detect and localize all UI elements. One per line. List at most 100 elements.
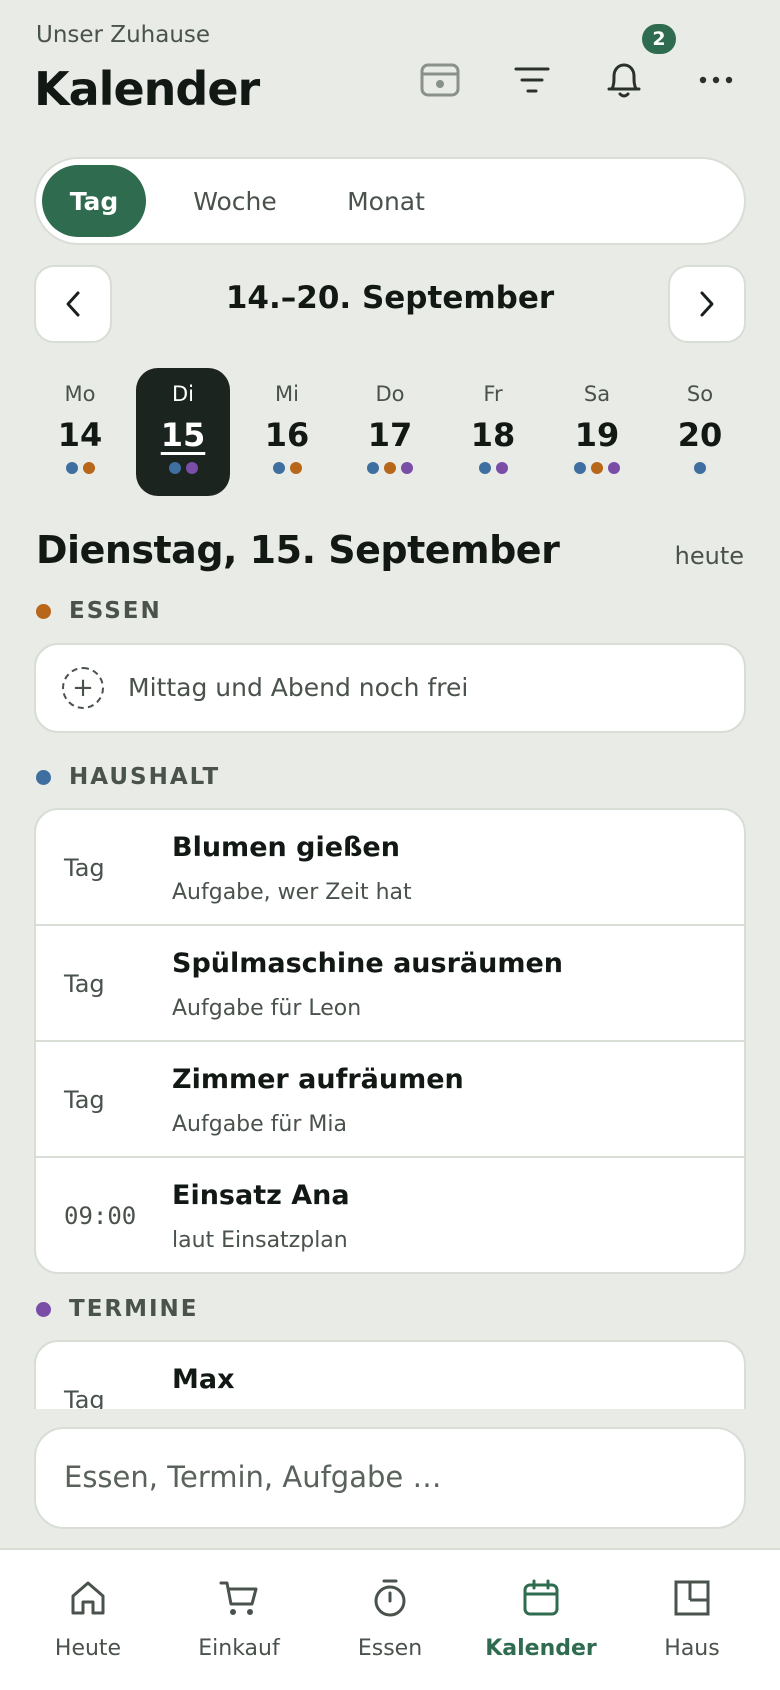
today-link[interactable]: heute <box>675 542 744 570</box>
list-item[interactable]: Tag Spülmaschine ausräumen Aufgabe für L… <box>36 926 744 1042</box>
calendar-icon <box>523 1579 559 1616</box>
day-cell-selected[interactable]: Di 15 <box>136 368 230 496</box>
tab-month[interactable]: Monat <box>316 165 456 237</box>
haushalt-list: Tag Blumen gießen Aufgabe, wer Zeit hat … <box>34 808 746 1274</box>
list-item[interactable]: 09:00 Einsatz Ana laut Einsatzplan <box>36 1158 744 1272</box>
item-title: Blumen gießen <box>172 832 400 863</box>
floorplan-icon <box>674 1580 710 1616</box>
item-time: Tag <box>64 1086 105 1114</box>
item-subtitle: Aufgabe für Mia <box>172 1112 347 1137</box>
day-cell[interactable]: Sa 19 <box>550 368 644 496</box>
notifications-button[interactable] <box>596 52 652 108</box>
section-termine: TERMINE <box>36 1296 199 1322</box>
item-time: Tag <box>64 854 105 882</box>
event-dot <box>367 462 379 474</box>
event-dot <box>82 462 95 474</box>
event-dot <box>478 462 491 474</box>
day-name: Mi <box>275 382 299 406</box>
more-button[interactable] <box>688 52 744 108</box>
chevron-right-icon <box>700 291 714 317</box>
day-name: So <box>686 382 714 406</box>
nav-heute[interactable]: Heute <box>12 1574 164 1661</box>
day-dots <box>446 462 540 474</box>
event-dot <box>65 462 78 474</box>
filter-button[interactable] <box>504 52 560 108</box>
termine-dot <box>36 1301 51 1317</box>
section-label: HAUSHALT <box>69 764 221 790</box>
view-switch: Tag Woche Monat <box>34 157 746 245</box>
tab-day[interactable]: Tag <box>42 165 146 237</box>
day-dots <box>240 462 334 474</box>
nav-label: Einkauf <box>198 1636 280 1661</box>
day-date: 17 <box>367 416 413 454</box>
filter-icon <box>514 67 550 93</box>
day-dots <box>343 462 437 474</box>
nav-label: Heute <box>54 1636 122 1661</box>
day-cell[interactable]: Mi 16 <box>240 368 334 496</box>
event-dot <box>384 462 396 474</box>
section-label: TERMINE <box>69 1296 199 1322</box>
item-time: Tag <box>64 970 105 998</box>
essen-dot <box>36 603 51 619</box>
day-date: 20 <box>677 416 723 454</box>
event-dot <box>608 462 620 474</box>
section-haushalt: HAUSHALT <box>36 764 220 790</box>
haushalt-dot <box>36 769 51 785</box>
item-time: 09:00 <box>64 1202 137 1230</box>
item-title: Einsatz Ana <box>172 1180 350 1211</box>
event-dot <box>272 462 285 474</box>
notification-badge: 2 <box>642 24 676 54</box>
chevron-left-icon <box>66 291 80 317</box>
event-dot <box>591 462 603 474</box>
item-title: Spülmaschine ausräumen <box>172 948 564 979</box>
section-essen: ESSEN <box>36 598 162 624</box>
nav-einkauf[interactable]: Einkauf <box>163 1574 315 1661</box>
day-date: 18 <box>470 416 516 454</box>
nav-haus[interactable]: Haus <box>616 1574 768 1661</box>
item-subtitle: Aufgabe für Leon <box>172 996 362 1021</box>
household-name: Unser Zuhause <box>36 22 211 48</box>
list-item[interactable]: Tag Zimmer aufräumen Aufgabe für Mia <box>36 1042 744 1158</box>
day-cell[interactable]: Fr 18 <box>446 368 540 496</box>
tab-week[interactable]: Woche <box>170 165 300 237</box>
meal-empty-card[interactable]: + Mittag und Abend noch frei <box>34 643 746 733</box>
cart-icon <box>219 1581 258 1615</box>
bell-icon <box>607 63 641 98</box>
event-dot <box>495 462 508 474</box>
event-dot <box>401 462 413 474</box>
previous-week-button[interactable] <box>34 265 112 343</box>
day-cell[interactable]: So 20 <box>653 368 747 496</box>
day-date: 14 <box>57 416 103 454</box>
calendar-card-button[interactable] <box>412 52 468 108</box>
item-title: Max <box>172 1364 235 1395</box>
timer-icon <box>374 1579 406 1617</box>
nav-essen[interactable]: Essen <box>314 1574 466 1661</box>
selected-day-heading: Dienstag, 15. September <box>36 528 560 572</box>
section-label: ESSEN <box>69 598 162 624</box>
quick-add-field[interactable] <box>34 1427 746 1529</box>
meal-empty-text: Mittag und Abend noch frei <box>128 673 469 702</box>
quick-add-input[interactable] <box>62 1459 706 1495</box>
day-dots <box>653 462 747 474</box>
day-cell[interactable]: Mo 14 <box>33 368 127 496</box>
day-name: Mo <box>64 382 96 406</box>
day-date: 19 <box>574 416 620 454</box>
item-subtitle: laut Einsatzplan <box>172 1228 348 1253</box>
nav-label: Essen <box>357 1636 423 1661</box>
home-icon <box>71 1581 105 1615</box>
day-cell[interactable]: Do 17 <box>343 368 437 496</box>
add-meal-icon[interactable]: + <box>62 667 104 709</box>
day-dots <box>136 462 230 474</box>
week-range: 14.–20. September <box>225 280 555 316</box>
nav-label: Haus <box>664 1636 720 1661</box>
event-dot <box>289 462 302 474</box>
day-name: Fr <box>483 382 503 406</box>
day-date: 15 <box>160 416 206 454</box>
list-item[interactable]: Tag Blumen gießen Aufgabe, wer Zeit hat <box>36 810 744 926</box>
event-dot <box>168 462 181 474</box>
nav-kalender[interactable]: Kalender <box>465 1574 617 1661</box>
next-week-button[interactable] <box>668 265 746 343</box>
event-dot <box>694 462 706 474</box>
more-icon <box>699 76 733 84</box>
page-title: Kalender <box>34 62 260 116</box>
